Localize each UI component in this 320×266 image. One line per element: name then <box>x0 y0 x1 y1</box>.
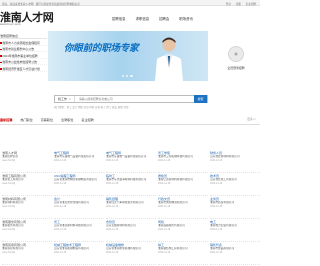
job-card[interactable]: 淮南材料有限公司 淮南材料有限公司 www-hnrc网 <box>2 196 52 219</box>
job-card[interactable]: 普工 山东省淮南新材料科技有限公司 2024-12-18 <box>54 219 104 242</box>
businessman-image <box>155 37 183 81</box>
job-date: 2024-12-18 <box>210 227 223 231</box>
job-date: 2024-12-18 <box>210 158 223 162</box>
job-date: 2024-12-18 <box>158 227 171 231</box>
notice-list: 淮南招聘信息 淮南市人力资源和社会保障局 淮南市就业服务中心公告 2024年淮南… <box>0 32 47 94</box>
job-card[interactable]: 电气工程师 淮南市东晟电气设备有限责任公司 2024-12-18 <box>106 150 156 173</box>
job-column: 普工学徒 淮南市三恒机械科技有限公司 2024-12-18 质检员 淮南亿达新材料科技有… <box>158 150 208 265</box>
job-card[interactable]: 会计 山东省淮北文化传媒有限公司 2024-12-18 <box>54 196 104 219</box>
nav-jobs[interactable]: 招聘信息 <box>112 16 126 21</box>
job-date: 2024-12-18 <box>54 181 67 185</box>
tab-urgent[interactable]: 急聘职位 <box>61 117 73 122</box>
pager-dot[interactable] <box>130 75 133 78</box>
tab-high-salary[interactable]: 高薪职位 <box>41 117 53 122</box>
job-date: www-hnrc网 <box>2 204 16 208</box>
pager-dot[interactable] <box>126 75 129 78</box>
job-date: 2024-12-18 <box>106 227 119 231</box>
job-card[interactable]: 机械设备维修 山东省淮南重型机械有限公司 2024-12-18 <box>106 242 156 265</box>
job-date: 2024-12-18 <box>106 250 119 254</box>
search-type-select[interactable]: 找工作 ▼ <box>55 96 75 102</box>
job-card[interactable]: 淮南人才网 淮南招聘信息 www-hnrc网 <box>2 150 52 173</box>
hot-search-words[interactable]: 热门搜索：普工 会计 销售 文员 司机 仓管 电工 焊工 保安 厨师 外贸 <box>54 105 208 109</box>
login-box-label: 全员登录招聘 <box>227 66 245 70</box>
more-link[interactable]: 更多>> <box>247 117 256 121</box>
search-input[interactable] <box>75 97 194 101</box>
job-card[interactable]: 普工学徒 淮南市三恒机械科技有限公司 2024-12-18 <box>158 150 208 173</box>
job-card[interactable]: 淮南贸易有限公司 淮南贸易有限公司 www-hnrc网 <box>2 242 52 265</box>
job-card[interactable]: 淮南工程有限公司 淮南化工有限公司 www-hnrc网 <box>2 173 52 196</box>
job-card[interactable]: 电气工程师 淮南市东晟电气设备有限责任公司 2024-12-18 <box>54 150 104 173</box>
job-date: 2024-12-18 <box>54 227 67 231</box>
top-bar: 您好，欢迎来到淮南人才网！我们为您提供淮南最新的招聘求职信息 登录 注册 企业招… <box>0 0 260 6</box>
job-card[interactable]: 销售经理 淮南佳沃汽车销售服务有限公司 2024-12-18 <box>106 196 156 219</box>
main-nav: 招聘信息 求职信息 招聘会 职场资讯 <box>112 16 193 21</box>
search-button[interactable]: 搜索 <box>194 95 207 103</box>
login-box[interactable]: ● 全员登录招聘 <box>216 46 256 76</box>
job-date: www-hnrc网 <box>2 181 16 185</box>
job-date: 2024-12-18 <box>158 181 171 185</box>
job-date: 2024-12-18 <box>54 158 67 162</box>
nav-jobfair[interactable]: 招聘会 <box>159 16 169 21</box>
job-card[interactable]: 行政文员 淮南市国际物流有限公司 2024-12-18 <box>158 196 208 219</box>
user-avatar-icon: ● <box>228 46 244 62</box>
job-card[interactable]: 业务员 淮南市商贸有限公司 2024-12-18 <box>210 196 260 219</box>
banner-pager <box>122 75 133 78</box>
tab-hot[interactable]: 热门职位 <box>20 117 32 122</box>
job-date: www-hnrc网 <box>2 227 16 231</box>
job-date: 2024-12-18 <box>106 204 119 208</box>
job-card[interactable]: 技术员 山东淮北化工有限公司 2024-12-18 <box>210 173 260 196</box>
nav-news[interactable]: 职场资讯 <box>179 16 193 21</box>
login-link[interactable]: 登录 <box>226 3 231 6</box>
job-column: 淮南人才网 淮南招聘信息 www-hnrc网 淮南工程有限公司 淮南化工有限公司 www-… <box>2 150 52 265</box>
tab-list: 最新招聘 热门职位 高薪职位 急聘职位 名企招聘 <box>0 117 94 122</box>
job-card[interactable]: 仓管员 山东安徽新材料有限公司 2024-12-18 <box>106 219 156 242</box>
job-card[interactable]: 临时工 淮南市东方鑫海材料科技有限公司 2024-12-18 <box>106 173 156 196</box>
job-card[interactable]: CNC编程工程师 山东省淮南市精密机械制造有限公司 2024-12-18 <box>54 173 104 196</box>
job-date: www-hnrc网 <box>2 158 16 162</box>
job-date: 2024-12-18 <box>106 158 119 162</box>
search-bar: 找工作 ▼ 搜索 <box>54 95 208 103</box>
job-company[interactable]: 山东省淮南市精密机械制造有限公司 <box>54 178 104 182</box>
job-card[interactable]: 财务人员 山东淮北新材料有限公司 2024-12-18 <box>210 150 260 173</box>
site-domain: www.hn-rc.com <box>0 22 21 26</box>
job-card[interactable]: 质检员 淮南亿达新材料科技有限公司 2024-12-18 <box>158 173 208 196</box>
welcome-text: 您好，欢迎来到淮南人才网！我们为您提供淮南最新的招聘求职信息 <box>2 2 80 6</box>
job-date: 2024-12-18 <box>158 158 171 162</box>
job-card[interactable]: 司机 淮南运输服务有限公司 2024-12-18 <box>158 219 208 242</box>
employer-link[interactable]: 企业招聘 <box>246 3 256 6</box>
banner-slogan: 你眼前的职场专家 <box>64 43 139 54</box>
job-date: 2024-12-18 <box>54 250 67 254</box>
top-links: 登录 注册 企业招聘 <box>222 2 256 6</box>
hero-banner[interactable]: 你眼前的职场专家 <box>48 31 208 81</box>
job-date: 2024-12-18 <box>106 181 119 185</box>
pager-dot[interactable] <box>122 75 125 78</box>
nav-resumes[interactable]: 求职信息 <box>136 16 150 21</box>
job-date: 2024-12-18 <box>54 204 67 208</box>
tab-latest[interactable]: 最新招聘 <box>0 117 12 122</box>
job-tabs: 最新招聘 热门职位 高薪职位 急聘职位 名企招聘 更多>> <box>0 114 260 125</box>
search-type-label: 找工作 <box>58 97 68 101</box>
job-column: 财务人员 山东淮北新材料有限公司 2024-12-18 技术员 山东淮北化工有限公司 20… <box>210 150 260 265</box>
job-card[interactable]: 机械工程技术工程师 山东省淮南机械制造有限公司 2024-12-18 <box>54 242 104 265</box>
job-date: 2024-12-18 <box>210 181 223 185</box>
job-date: 2024-12-18 <box>158 250 171 254</box>
chevron-down-icon: ▼ <box>68 97 71 101</box>
notice-item[interactable]: 淮南经济开发区人才引进计划 <box>0 65 47 72</box>
job-grid: 淮南人才网 淮南招聘信息 www-hnrc网 淮南工程有限公司 淮南化工有限公司 www-… <box>0 150 260 266</box>
job-column: 电气工程师 淮南市东晟电气设备有限责任公司 2024-12-18 CNC编程工程师 山东… <box>54 150 104 265</box>
notice-heading: 淮南招聘信息 <box>0 32 47 39</box>
job-card[interactable]: 淮南服务有限公司 淮南服务有限公司 www-hnrc网 <box>2 219 52 242</box>
job-date: 2024-12-18 <box>210 204 223 208</box>
register-link[interactable]: 注册 <box>236 3 241 6</box>
job-date: 2024-12-18 <box>210 250 223 254</box>
job-card[interactable]: 电工 淮南电力安装有限公司 2024-12-18 <box>210 219 260 242</box>
job-date: 2024-12-18 <box>158 204 171 208</box>
job-column: 电气工程师 淮南市东晟电气设备有限责任公司 2024-12-18 临时工 淮南市东方鑫海… <box>106 150 156 265</box>
job-card[interactable]: 焊工 淮南钢结构工程有限公司 2024-12-18 <box>158 242 208 265</box>
tab-famous[interactable]: 名企招聘 <box>82 117 94 122</box>
job-card[interactable]: 销售代表 淮南市食品有限公司 2024-12-18 <box>210 242 260 265</box>
job-date: www-hnrc网 <box>2 250 16 254</box>
